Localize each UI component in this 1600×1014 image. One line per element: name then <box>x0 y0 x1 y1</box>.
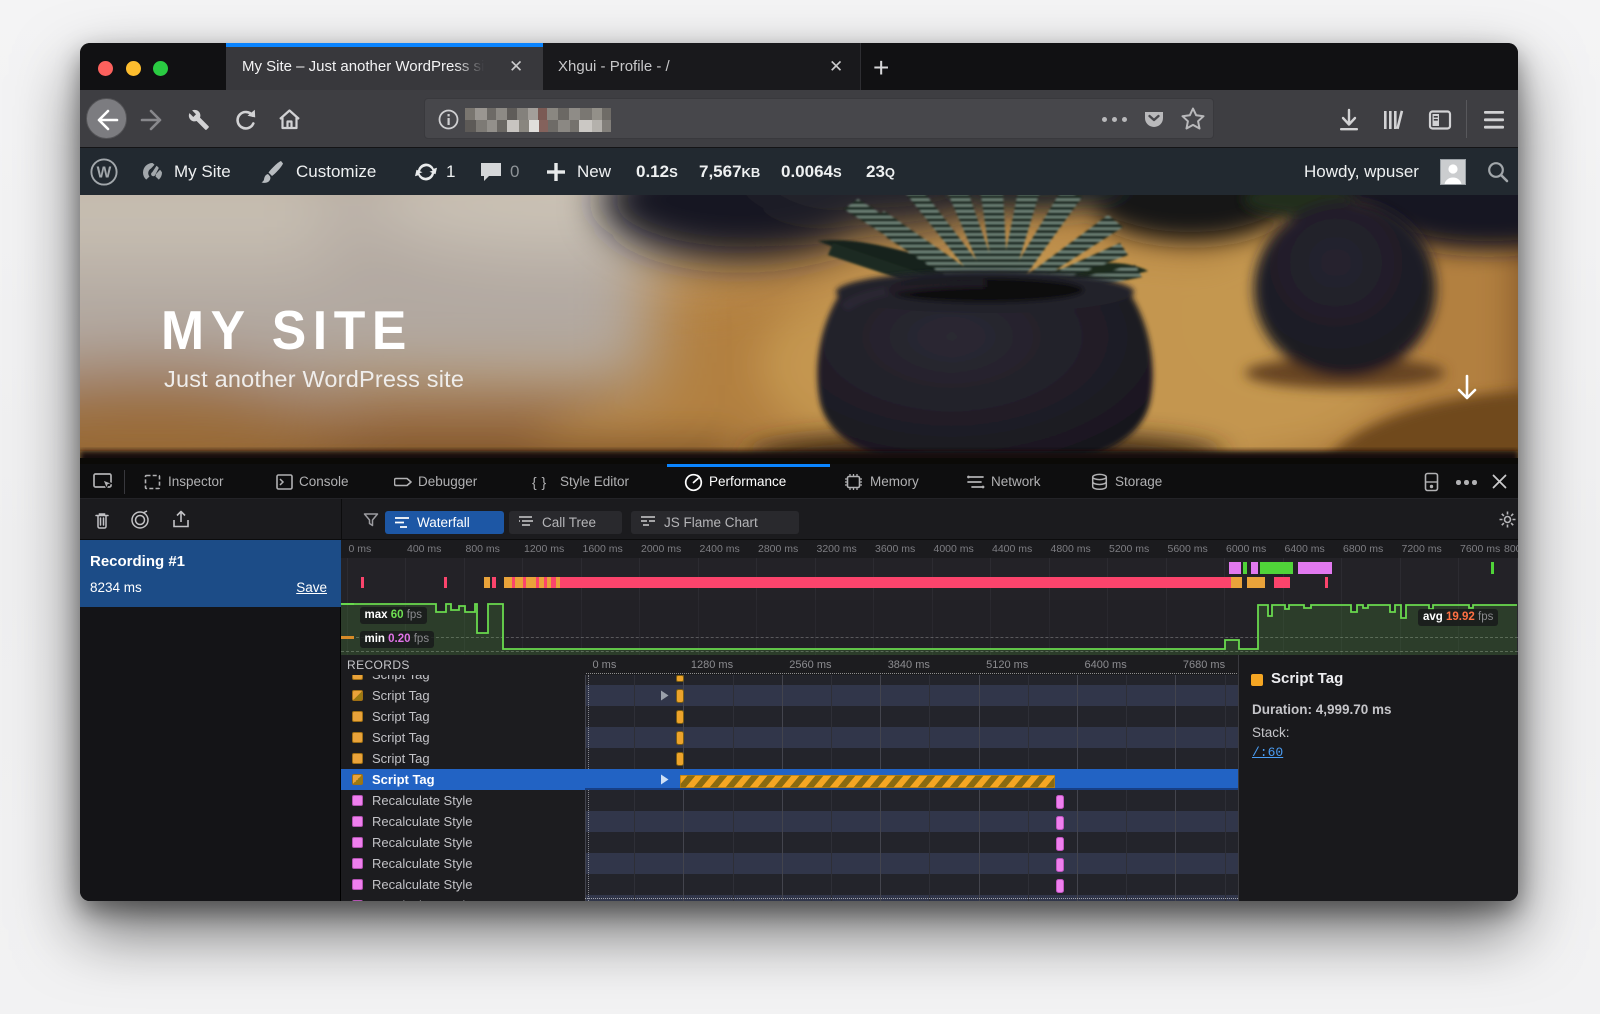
svg-text:W: W <box>97 165 112 182</box>
